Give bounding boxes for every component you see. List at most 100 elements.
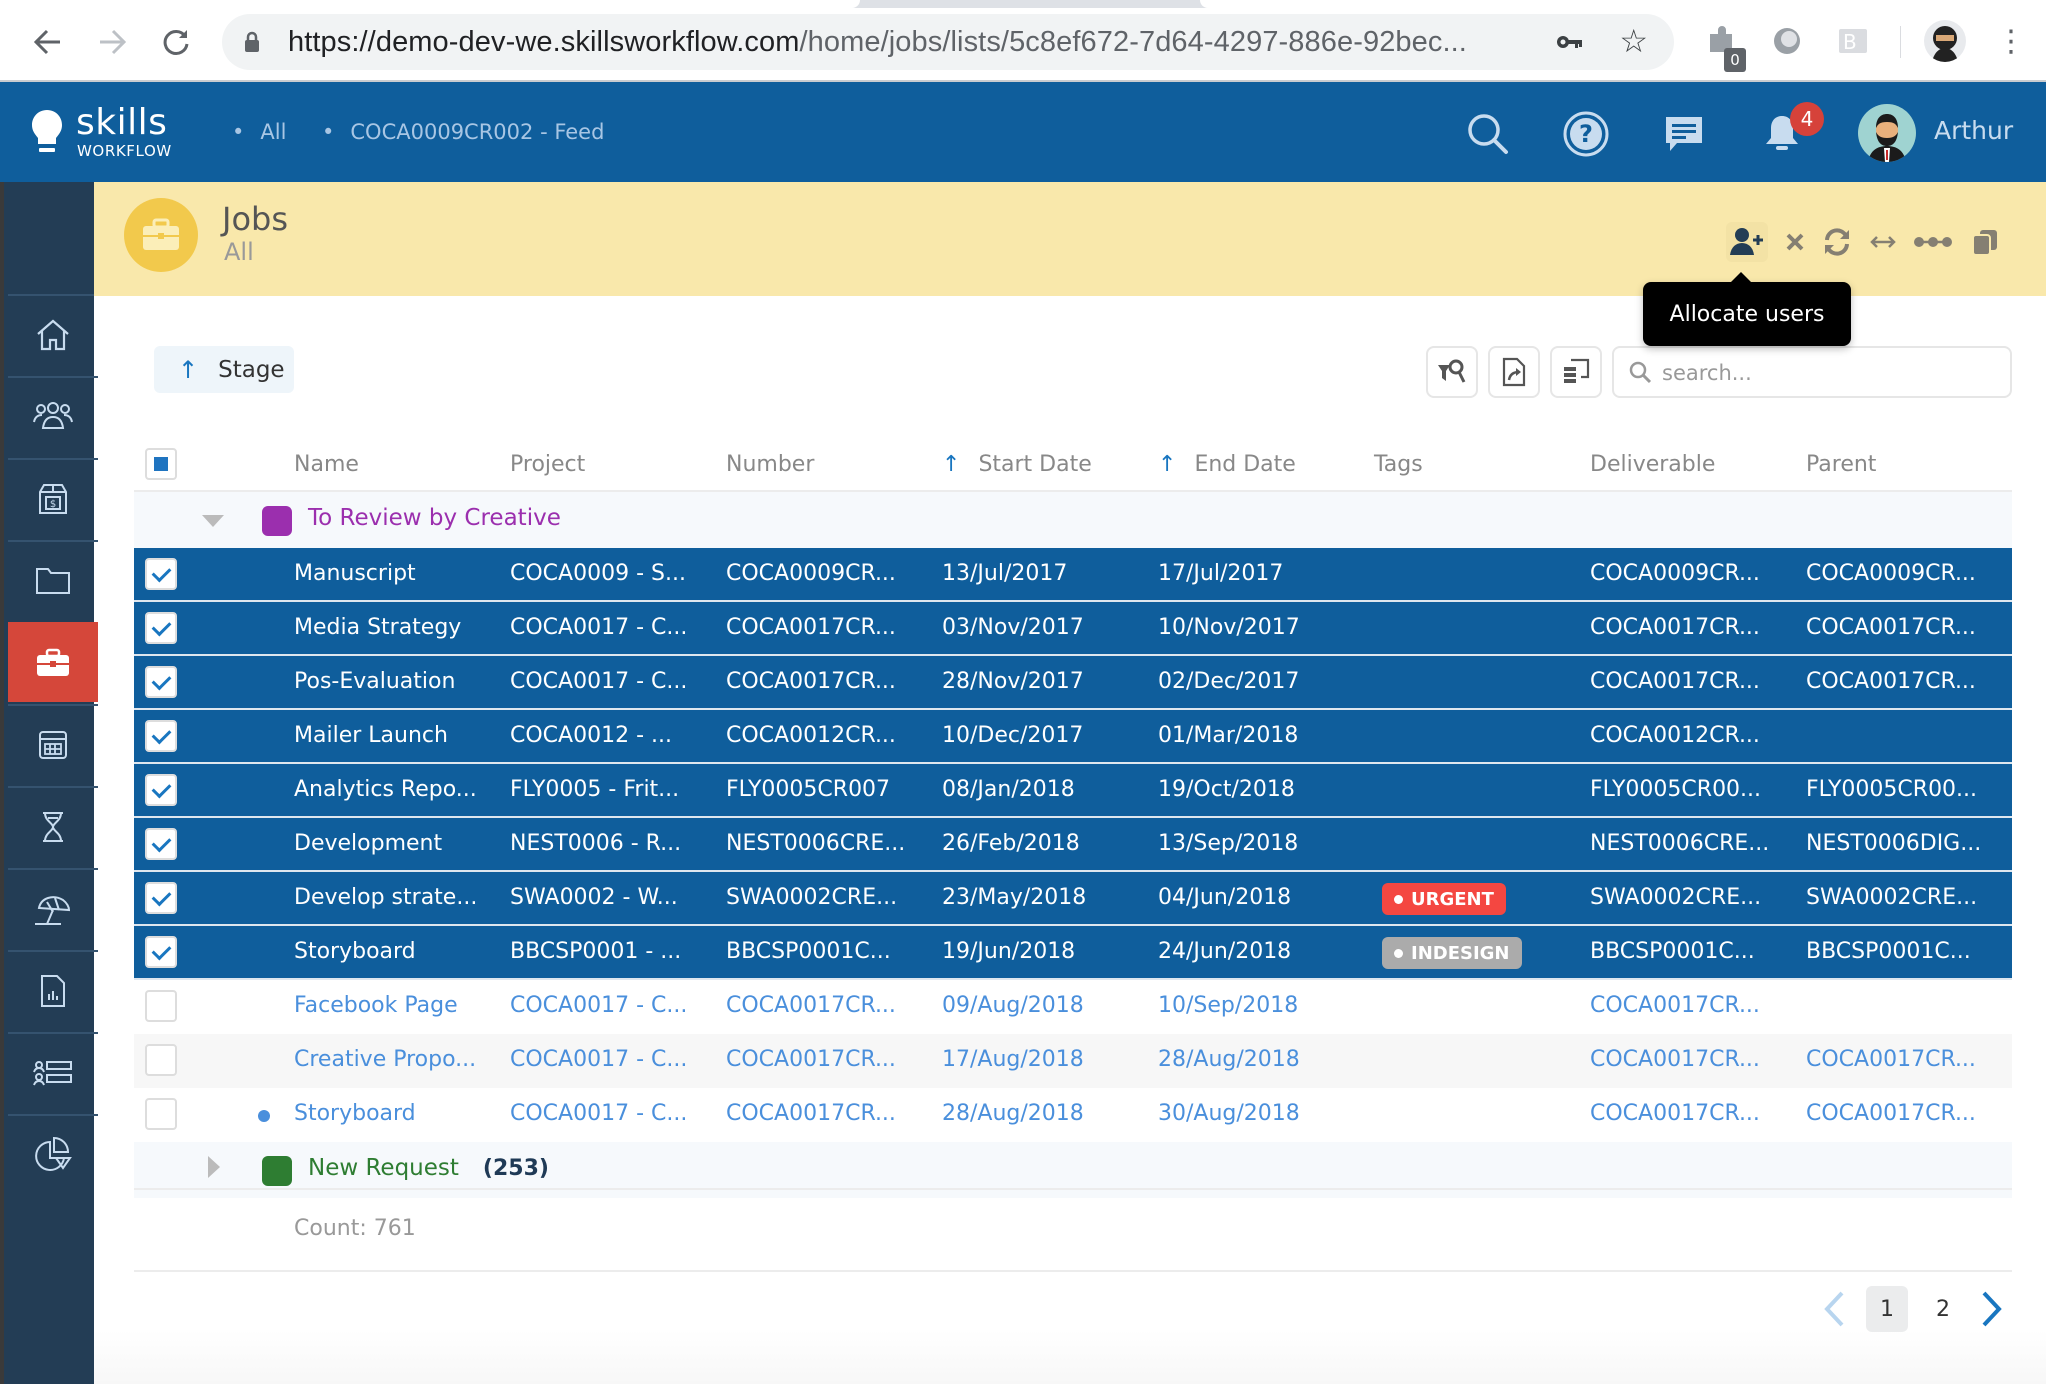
- user-avatar[interactable]: [1858, 104, 1916, 162]
- sidebar-item-timesheets[interactable]: [8, 786, 98, 866]
- sidebar-item-budget[interactable]: $: [8, 458, 98, 538]
- column-chooser-button[interactable]: [1550, 346, 1602, 398]
- bookmark-star-icon[interactable]: ☆: [1619, 22, 1648, 60]
- table-row[interactable]: Analytics Repo... FLY0005 - Frit... FLY000…: [134, 764, 2012, 818]
- pagination-prev-button[interactable]: [1818, 1286, 1850, 1332]
- caret-right-icon[interactable]: [208, 1156, 220, 1182]
- refresh-button[interactable]: [1816, 222, 1858, 262]
- chevron-right-icon: [1982, 1291, 2002, 1327]
- browser-menu-icon[interactable]: ⋮: [1996, 22, 2026, 62]
- page-number: 1: [1880, 1296, 1894, 1322]
- column-header-deliverable[interactable]: Deliverable: [1590, 452, 1715, 477]
- back-button[interactable]: [28, 22, 68, 62]
- cell-end: 19/Oct/2018: [1158, 777, 1295, 802]
- table-row[interactable]: Manuscript COCA0009 - S... COCA0009CR... 13…: [134, 548, 2012, 602]
- select-all-checkbox[interactable]: [145, 448, 177, 480]
- table-row[interactable]: Development NEST0006 - R... NEST0006CRE...…: [134, 818, 2012, 872]
- user-name[interactable]: Arthur: [1934, 116, 2013, 145]
- breadcrumb-item[interactable]: • COCA0009CR002 - Feed: [322, 120, 604, 144]
- row-checkbox[interactable]: [145, 882, 177, 914]
- more-options-button[interactable]: [1912, 222, 1954, 262]
- cell-parent: NEST0006DIG...: [1806, 831, 1982, 856]
- tag-badge[interactable]: URGENT: [1382, 883, 1506, 915]
- table-row[interactable]: Pos-Evaluation COCA0017 - C... COCA0017CR.…: [134, 656, 2012, 710]
- expand-width-button[interactable]: [1862, 222, 1904, 262]
- column-header-project[interactable]: Project: [510, 452, 585, 477]
- row-checkbox[interactable]: [145, 612, 177, 644]
- row-checkbox[interactable]: [145, 936, 177, 968]
- forward-button[interactable]: [92, 22, 132, 62]
- row-checkbox[interactable]: [145, 1098, 177, 1130]
- column-header-start-date[interactable]: ↑ Start Date: [942, 452, 1092, 477]
- cell-name: Development: [294, 831, 443, 856]
- pagination-next-button[interactable]: [1976, 1286, 2008, 1332]
- toolbar-divider: [1900, 26, 1901, 58]
- search-input[interactable]: [1662, 354, 2002, 392]
- row-checkbox[interactable]: [145, 990, 177, 1022]
- key-icon[interactable]: [1556, 28, 1584, 58]
- browser-tab[interactable]: [0, 0, 860, 8]
- help-button[interactable]: ?: [1560, 108, 1612, 160]
- group-label[interactable]: To Review by Creative: [308, 505, 561, 531]
- row-checkbox[interactable]: [145, 774, 177, 806]
- table-row[interactable]: Mailer Launch COCA0012 - ... COCA0012CR...…: [134, 710, 2012, 764]
- sidebar-item-projects[interactable]: [8, 540, 98, 620]
- row-checkbox[interactable]: [145, 828, 177, 860]
- pagination-page-2[interactable]: 2: [1922, 1286, 1964, 1332]
- table-row[interactable]: Develop strate... SWA0002 - W... SWA0002CR…: [134, 872, 2012, 926]
- sidebar-item-calendar[interactable]: [8, 704, 98, 784]
- table-row[interactable]: Storyboard COCA0017 - C... COCA0017CR... 28…: [134, 1088, 2012, 1142]
- table-row[interactable]: Facebook Page COCA0017 - C... COCA0017CR..…: [134, 980, 2012, 1034]
- pagination-page-1[interactable]: 1: [1866, 1286, 1908, 1332]
- stage-sort-button[interactable]: ↑ Stage: [154, 346, 294, 393]
- row-checkbox[interactable]: [145, 666, 177, 698]
- column-header-number[interactable]: Number: [726, 452, 814, 477]
- column-header-end-date[interactable]: ↑ End Date: [1158, 452, 1296, 477]
- address-bar[interactable]: https://demo-dev-we.skillsworkflow.com/h…: [222, 14, 1674, 70]
- caret-down-icon[interactable]: [202, 512, 224, 531]
- cell-deliverable: SWA0002CRE...: [1590, 885, 1762, 910]
- cell-deliverable: COCA0017CR...: [1590, 669, 1760, 694]
- row-checkbox[interactable]: [145, 558, 177, 590]
- column-header-tags[interactable]: Tags: [1374, 452, 1423, 477]
- cell-deliverable: NEST0006CRE...: [1590, 831, 1770, 856]
- sidebar-item-jobs[interactable]: [8, 622, 98, 702]
- budget-box-icon: $: [39, 484, 67, 514]
- url-text[interactable]: https://demo-dev-we.skillsworkflow.com/h…: [288, 26, 1467, 59]
- row-checkbox[interactable]: [145, 1044, 177, 1076]
- cell-number: COCA0017CR...: [726, 1101, 896, 1126]
- extension-b-icon[interactable]: B: [1836, 24, 1870, 58]
- url-host: https://demo-dev-we.skillsworkflow.com: [288, 26, 800, 58]
- group-row[interactable]: To Review by Creative: [134, 492, 2012, 548]
- sidebar-item-home[interactable]: [8, 294, 98, 374]
- reload-button[interactable]: [156, 22, 196, 62]
- column-header-parent[interactable]: Parent: [1806, 452, 1876, 477]
- sidebar-item-analytics[interactable]: [8, 1114, 98, 1194]
- extension-circle-icon[interactable]: [1770, 24, 1804, 58]
- sidebar-item-resources[interactable]: [8, 1032, 98, 1112]
- sidebar-item-reports[interactable]: [8, 950, 98, 1030]
- copy-button[interactable]: [1964, 222, 2006, 262]
- search-button[interactable]: [1462, 108, 1514, 160]
- home-icon: [37, 319, 69, 351]
- table-row[interactable]: Media Strategy COCA0017 - C... COCA0017CR.…: [134, 602, 2012, 656]
- search-field[interactable]: [1612, 346, 2012, 398]
- sidebar-item-contacts[interactable]: [8, 376, 98, 456]
- clear-selection-button[interactable]: [1774, 222, 1816, 262]
- sidebar-item-absences[interactable]: [8, 868, 98, 948]
- breadcrumb-item[interactable]: • All: [232, 120, 286, 144]
- cell-end: 01/Mar/2018: [1158, 723, 1299, 748]
- allocate-users-button[interactable]: [1726, 222, 1768, 262]
- browser-profile-avatar[interactable]: [1924, 20, 1966, 62]
- row-checkbox[interactable]: [145, 720, 177, 752]
- messages-button[interactable]: [1658, 108, 1710, 160]
- browser-tab[interactable]: [1200, 0, 2046, 8]
- table-row[interactable]: Storyboard BBCSP0001 - ... BBCSP0001C... 19…: [134, 926, 2012, 980]
- filter-search-button[interactable]: [1426, 346, 1478, 398]
- export-button[interactable]: [1488, 346, 1540, 398]
- tag-badge[interactable]: INDESIGN: [1382, 937, 1522, 969]
- column-header-name[interactable]: Name: [294, 452, 359, 477]
- table-row[interactable]: Creative Propo... COCA0017 - C... COCA0017…: [134, 1034, 2012, 1088]
- cell-deliverable: BBCSP0001C...: [1590, 939, 1755, 964]
- group-label[interactable]: New Request (253): [308, 1155, 549, 1181]
